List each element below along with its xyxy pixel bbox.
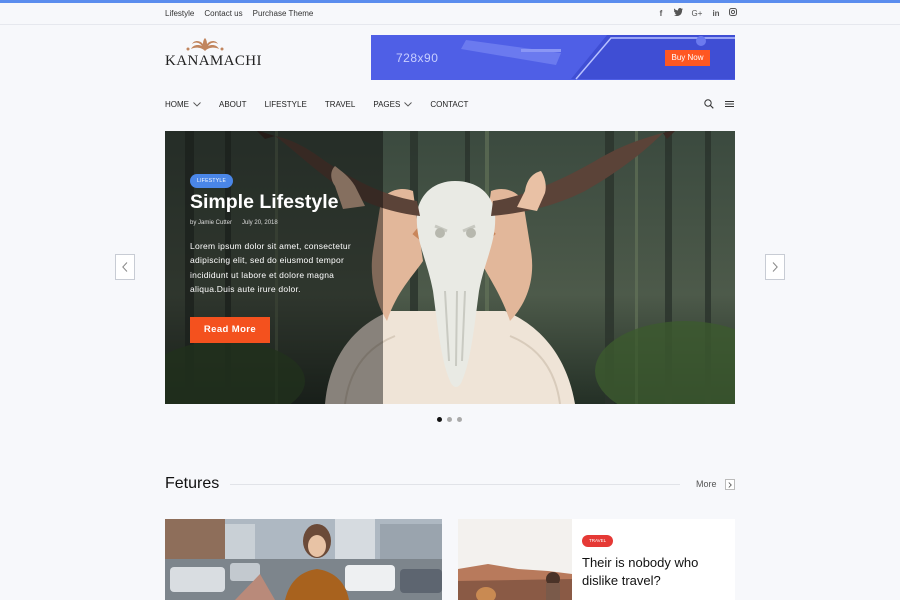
nav-item-pages[interactable]: PAGES [373,100,413,109]
hero-title[interactable]: Simple Lifestyle [190,191,338,214]
feature-card-travel[interactable]: TRAVEL Their is nobody who dislike trave… [458,519,735,600]
social-links: f G+ in [657,8,737,19]
instagram-icon[interactable] [729,8,737,19]
main-nav: HOME ABOUT LIFESTYLE TRAVEL PAGES CONTAC… [165,100,486,109]
chevron-right-icon [728,481,732,488]
twitter-icon[interactable] [673,8,683,19]
chevron-down-icon [193,102,201,107]
feature-card-title[interactable]: Their is nobody who dislike travel? [582,554,727,590]
top-link-contact[interactable]: Contact us [204,9,242,18]
nav-item-travel[interactable]: TRAVEL [325,100,356,109]
travel-badge[interactable]: TRAVEL [582,535,614,547]
hero-category-badge[interactable]: LIFESTYLE [190,174,234,188]
buy-now-button[interactable]: Buy Now [665,50,710,66]
slider-prev-button[interactable] [115,254,135,280]
nav-item-home[interactable]: HOME [165,100,201,109]
hero-slider[interactable]: LIFESTYLE Simple Lifestyle by Jamie Cutt… [165,131,735,404]
search-icon[interactable] [704,99,714,109]
top-bar: Lifestyle Contact us Purchase Theme f G+… [0,3,900,25]
nav-item-label: TRAVEL [324,100,356,109]
google-plus-icon[interactable]: G+ [691,9,703,19]
nav-item-label: LIFESTYLE [264,100,307,109]
section-divider [230,484,680,485]
features-more-button[interactable] [725,479,735,490]
features-section-title: Fetures [165,475,220,492]
nav-item-label: ABOUT [219,100,247,109]
nav-right-icons [704,99,734,109]
linkedin-icon[interactable]: in [712,9,720,19]
read-more-button[interactable]: Read More [190,317,270,343]
hero-date: July 20, 2018 [242,220,278,226]
top-link-lifestyle[interactable]: Lifestyle [165,9,194,18]
nav-item-label: PAGES [373,100,401,109]
facebook-icon[interactable]: f [657,9,665,19]
nav-item-about[interactable]: ABOUT [219,100,247,109]
street-photo [165,519,442,600]
nav-item-label: CONTACT [430,100,469,109]
feature-card-image[interactable] [165,519,442,600]
ad-banner[interactable]: 728x90 Buy Now [371,35,735,80]
hero-excerpt: Lorem ipsum dolor sit amet, consectetur … [190,241,351,295]
feature-card-thumbnail [458,519,572,600]
beach-photo [458,519,572,600]
slider-dots [437,417,462,422]
chevron-left-icon [122,262,128,272]
banner-size-text: 728x90 [396,51,439,65]
nav-item-lifestyle[interactable]: LIFESTYLE [265,100,307,109]
slider-dot[interactable] [457,417,462,422]
slider-dot[interactable] [437,417,442,422]
nav-item-label: HOME [165,100,189,109]
slider-next-button[interactable] [765,254,785,280]
menu-icon[interactable] [725,100,734,108]
logo-text: KANAMACHI [165,53,262,69]
hero-meta: by Jamie Cutter July 20, 2018 [190,220,278,226]
top-link-purchase[interactable]: Purchase Theme [253,9,314,18]
nav-item-contact[interactable]: CONTACT [430,100,468,109]
top-links: Lifestyle Contact us Purchase Theme [165,9,313,18]
features-more-link[interactable]: More [696,479,717,489]
hero-author[interactable]: by Jamie Cutter [190,220,232,226]
chevron-right-icon [772,262,778,272]
chevron-down-icon [404,102,413,107]
slider-dot[interactable] [447,417,452,422]
logo-ornament-icon [186,38,224,51]
site-logo[interactable]: KANAMACHI [165,37,262,71]
